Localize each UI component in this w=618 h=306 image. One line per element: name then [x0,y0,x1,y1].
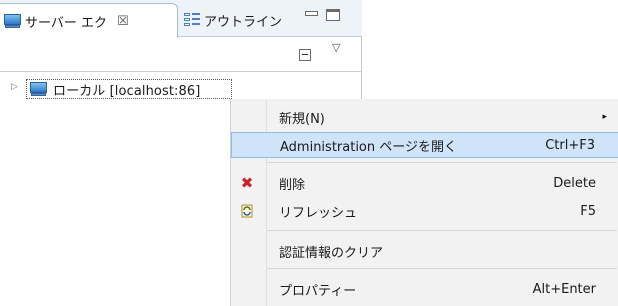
tab-outline[interactable]: アウトライン [180,3,284,37]
server-icon [30,82,47,96]
menu-item-properties[interactable]: プロパティー Alt+Enter [231,276,618,302]
tree-node-label: ローカル [localhost:86] [53,83,201,99]
tree-node-localhost[interactable]: ローカル [localhost:86] [26,79,232,99]
minimize-icon[interactable] [304,9,318,21]
menu-item-shortcut: Ctrl+F3 [545,137,595,153]
submenu-arrow-icon: ▸ [602,112,607,122]
menu-item-delete[interactable]: ✖ 削除 Delete [231,170,618,196]
view-tab-bar: サーバー エク ☒ アウトライン [0,0,362,38]
view-menu-icon[interactable]: ▽ [332,41,340,54]
context-menu: 新規(N) ▸ Administration ページを開く Ctrl+F3 ✖ … [230,99,618,306]
menu-item-shortcut: Delete [553,175,596,191]
maximize-icon[interactable] [326,9,340,21]
tab-outline-label: アウトライン [204,14,283,30]
menu-item-label: リフレッシュ [279,205,358,221]
menu-item-label: 削除 [279,177,306,193]
menu-item-refresh[interactable]: リフレッシュ F5 [231,198,618,224]
server-icon [4,14,21,28]
menu-item-open-admin-page[interactable]: Administration ページを開く Ctrl+F3 [231,132,618,158]
menu-item-shortcut: F5 [580,203,596,219]
menu-item-shortcut: Alt+Enter [532,281,596,297]
menu-item-label: 新規(N) [279,111,325,127]
view-toolbar: ▽ [0,37,362,72]
expand-arrow-icon[interactable]: ▷ [11,82,18,92]
close-icon[interactable]: ☒ [117,14,129,29]
menu-separator [267,230,617,231]
menu-item-clear-credentials[interactable]: 認証情報のクリア [231,238,618,264]
menu-separator [267,268,617,269]
menu-item-new[interactable]: 新規(N) ▸ [231,104,618,130]
collapse-all-icon[interactable] [299,49,311,61]
menu-item-label: 認証情報のクリア [279,245,384,261]
tab-servers[interactable]: サーバー エク ☒ [0,3,178,38]
menu-separator [267,162,617,163]
outline-icon [184,13,200,27]
delete-icon: ✖ [240,174,254,192]
tab-servers-label: サーバー エク [25,15,108,31]
menu-item-label: プロパティー [279,283,357,299]
menu-item-label: Administration ページを開く [280,139,457,155]
refresh-icon [239,203,255,219]
